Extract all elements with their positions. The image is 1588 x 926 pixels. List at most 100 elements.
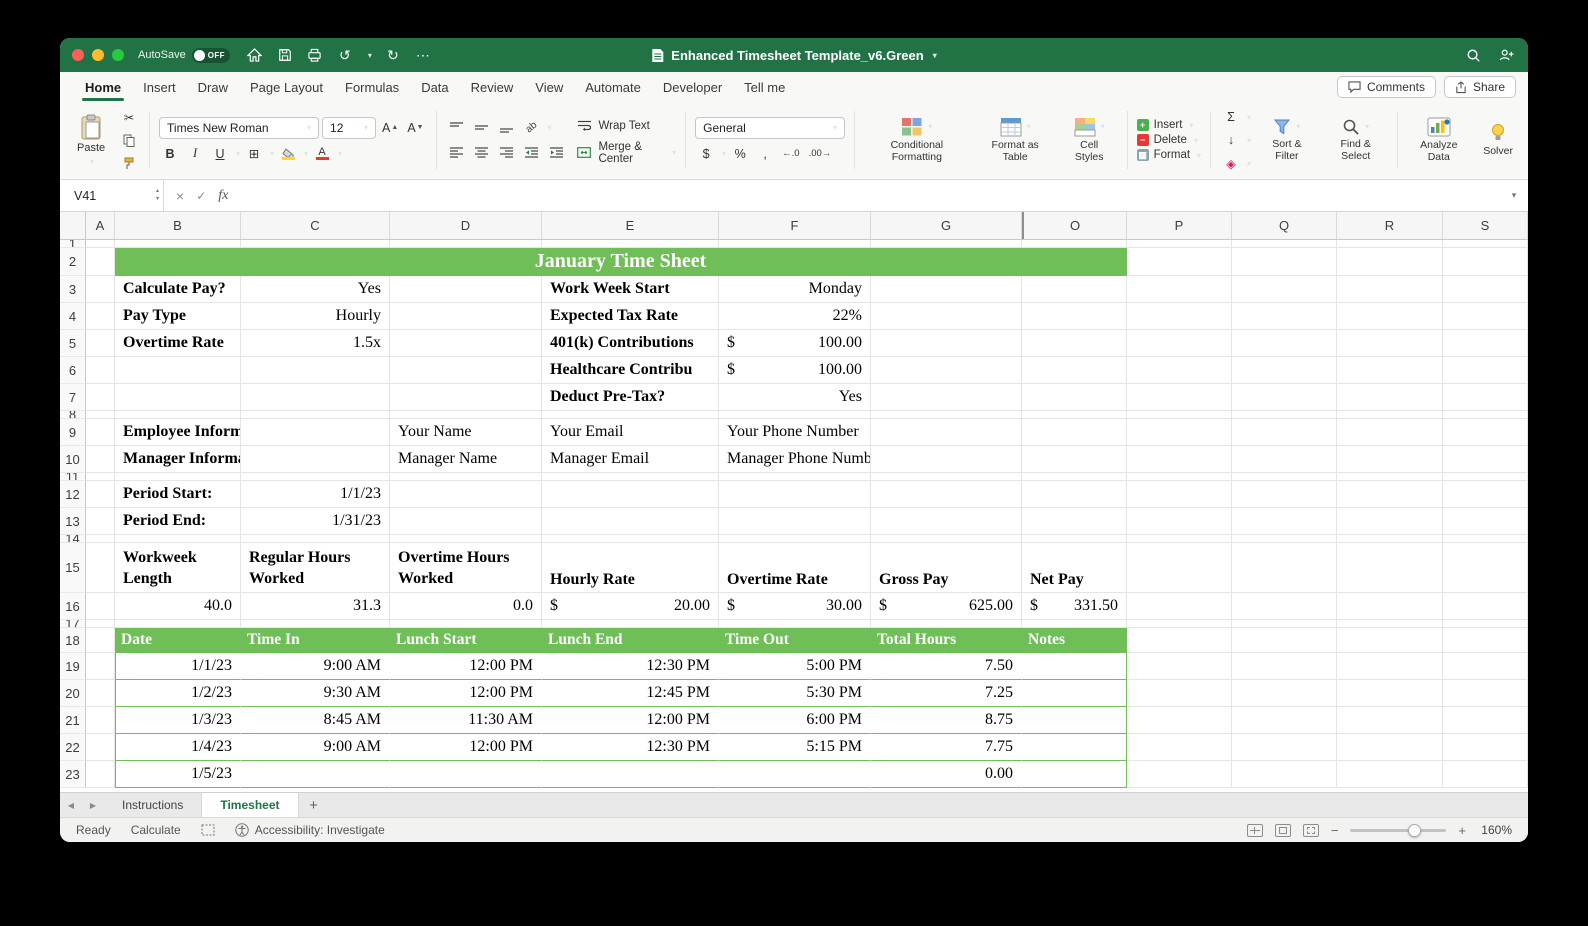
cell-C7[interactable] — [241, 384, 390, 411]
cell-R18[interactable] — [1337, 628, 1443, 653]
cell-G19[interactable]: 7.50 — [871, 653, 1022, 680]
column-header-B[interactable]: B — [115, 212, 241, 239]
cell-Q9[interactable] — [1232, 419, 1337, 446]
cell-P20[interactable] — [1127, 680, 1232, 707]
redo-icon[interactable]: ↻ — [384, 46, 402, 64]
cell-F6[interactable]: $100.00 — [719, 357, 871, 384]
cell-E16[interactable]: $20.00 — [542, 593, 719, 620]
cell-O11[interactable] — [1022, 473, 1127, 481]
cell-A20[interactable] — [86, 680, 115, 707]
cell-R17[interactable] — [1337, 620, 1443, 628]
align-right-icon[interactable] — [495, 143, 517, 163]
cell-A8[interactable] — [86, 411, 115, 419]
tab-tell-me[interactable]: Tell me — [733, 72, 796, 102]
cell-P13[interactable] — [1127, 508, 1232, 535]
sheet-tab-instructions[interactable]: Instructions — [104, 793, 203, 817]
cell-E13[interactable] — [542, 508, 719, 535]
cell-C16[interactable]: 31.3 — [241, 593, 390, 620]
cell-Q10[interactable] — [1232, 446, 1337, 473]
name-box-stepper[interactable]: ▴ ▾ — [156, 188, 159, 202]
cell-O6[interactable] — [1022, 357, 1127, 384]
cell-O13[interactable] — [1022, 508, 1127, 535]
cell-B22[interactable]: 1/4/23 — [115, 734, 241, 761]
cell-O7[interactable] — [1022, 384, 1127, 411]
formula-bar-expand-icon[interactable]: ▾ — [1500, 180, 1528, 211]
tab-data[interactable]: Data — [410, 72, 459, 102]
cell-R5[interactable] — [1337, 330, 1443, 357]
align-left-icon[interactable] — [445, 143, 467, 163]
cell-O14[interactable] — [1022, 535, 1127, 543]
cell-E22[interactable]: 12:30 PM — [542, 734, 719, 761]
cell-Q15[interactable] — [1232, 543, 1337, 593]
align-top-icon[interactable] — [445, 118, 467, 138]
paste-dropdown-icon[interactable]: ▾ — [90, 157, 94, 166]
cell-F5[interactable]: $100.00 — [719, 330, 871, 357]
cell-S6[interactable] — [1443, 357, 1528, 384]
row-header-21[interactable]: 21 — [60, 707, 86, 734]
accessibility-status[interactable]: Accessibility: Investigate — [235, 823, 385, 837]
cell-P8[interactable] — [1127, 411, 1232, 419]
borders-dropdown-icon[interactable]: ▾ — [270, 149, 274, 158]
cell-D5[interactable] — [390, 330, 542, 357]
close-window-button[interactable] — [72, 49, 84, 61]
cell-B12[interactable]: Period Start: — [115, 481, 241, 508]
home-icon[interactable] — [246, 46, 264, 64]
cell-R16[interactable] — [1337, 593, 1443, 620]
cell-D16[interactable]: 0.0 — [390, 593, 542, 620]
tab-page-layout[interactable]: Page Layout — [239, 72, 334, 102]
fill-down-icon[interactable]: ↓ — [1220, 130, 1242, 150]
cell-S19[interactable] — [1443, 653, 1528, 680]
column-header-C[interactable]: C — [241, 212, 390, 239]
cell-G11[interactable] — [871, 473, 1022, 481]
insert-cells-button[interactable]: + Insert ▾ — [1136, 119, 1201, 131]
print-icon[interactable] — [306, 46, 324, 64]
tab-review[interactable]: Review — [460, 72, 525, 102]
cell-E6[interactable]: Healthcare Contribu — [542, 357, 719, 384]
zoom-in-icon[interactable]: + — [1458, 823, 1466, 838]
cell-C9[interactable] — [241, 419, 390, 446]
align-center-icon[interactable] — [470, 143, 492, 163]
copy-icon[interactable] — [118, 130, 140, 150]
page-break-view-icon[interactable] — [1302, 823, 1319, 837]
cell-F12[interactable] — [719, 481, 871, 508]
comma-format-icon[interactable]: , — [754, 144, 776, 164]
cell-E12[interactable] — [542, 481, 719, 508]
format-cells-button[interactable]: ▦ Format ▾ — [1136, 149, 1201, 161]
cell-B13[interactable]: Period End: — [115, 508, 241, 535]
cell-A7[interactable] — [86, 384, 115, 411]
cell-E15[interactable]: Hourly Rate — [542, 543, 719, 593]
cell-C8[interactable] — [241, 411, 390, 419]
cell-P21[interactable] — [1127, 707, 1232, 734]
cell-F16[interactable]: $30.00 — [719, 593, 871, 620]
cell-Q22[interactable] — [1232, 734, 1337, 761]
cell-B5[interactable]: Overtime Rate — [115, 330, 241, 357]
cell-R19[interactable] — [1337, 653, 1443, 680]
cell-A2[interactable] — [86, 248, 115, 276]
cell-A6[interactable] — [86, 357, 115, 384]
zoom-slider[interactable] — [1350, 823, 1447, 837]
cell-C5[interactable]: 1.5x — [241, 330, 390, 357]
cell-P16[interactable] — [1127, 593, 1232, 620]
merge-center-button[interactable]: Merge & Center ▾ — [573, 141, 676, 165]
cell-E11[interactable] — [542, 473, 719, 481]
cell-Q1[interactable] — [1232, 240, 1337, 248]
cell-D7[interactable] — [390, 384, 542, 411]
cell-F1[interactable] — [719, 240, 871, 248]
cell-E5[interactable]: 401(k) Contributions — [542, 330, 719, 357]
cell-E7[interactable]: Deduct Pre-Tax? — [542, 384, 719, 411]
cell-E8[interactable] — [542, 411, 719, 419]
cell-Q8[interactable] — [1232, 411, 1337, 419]
row-header-18[interactable]: 18 — [60, 628, 86, 653]
cell-R22[interactable] — [1337, 734, 1443, 761]
cell-P23[interactable] — [1127, 761, 1232, 788]
cell-G14[interactable] — [871, 535, 1022, 543]
cell-Q7[interactable] — [1232, 384, 1337, 411]
cut-icon[interactable]: ✂ — [118, 107, 140, 127]
cell-A23[interactable] — [86, 761, 115, 788]
font-color-icon[interactable]: A — [311, 144, 333, 164]
cell-G20[interactable]: 7.25 — [871, 680, 1022, 707]
cell-A22[interactable] — [86, 734, 115, 761]
cell-E1[interactable] — [542, 240, 719, 248]
cell-D17[interactable] — [390, 620, 542, 628]
cell-G5[interactable] — [871, 330, 1022, 357]
